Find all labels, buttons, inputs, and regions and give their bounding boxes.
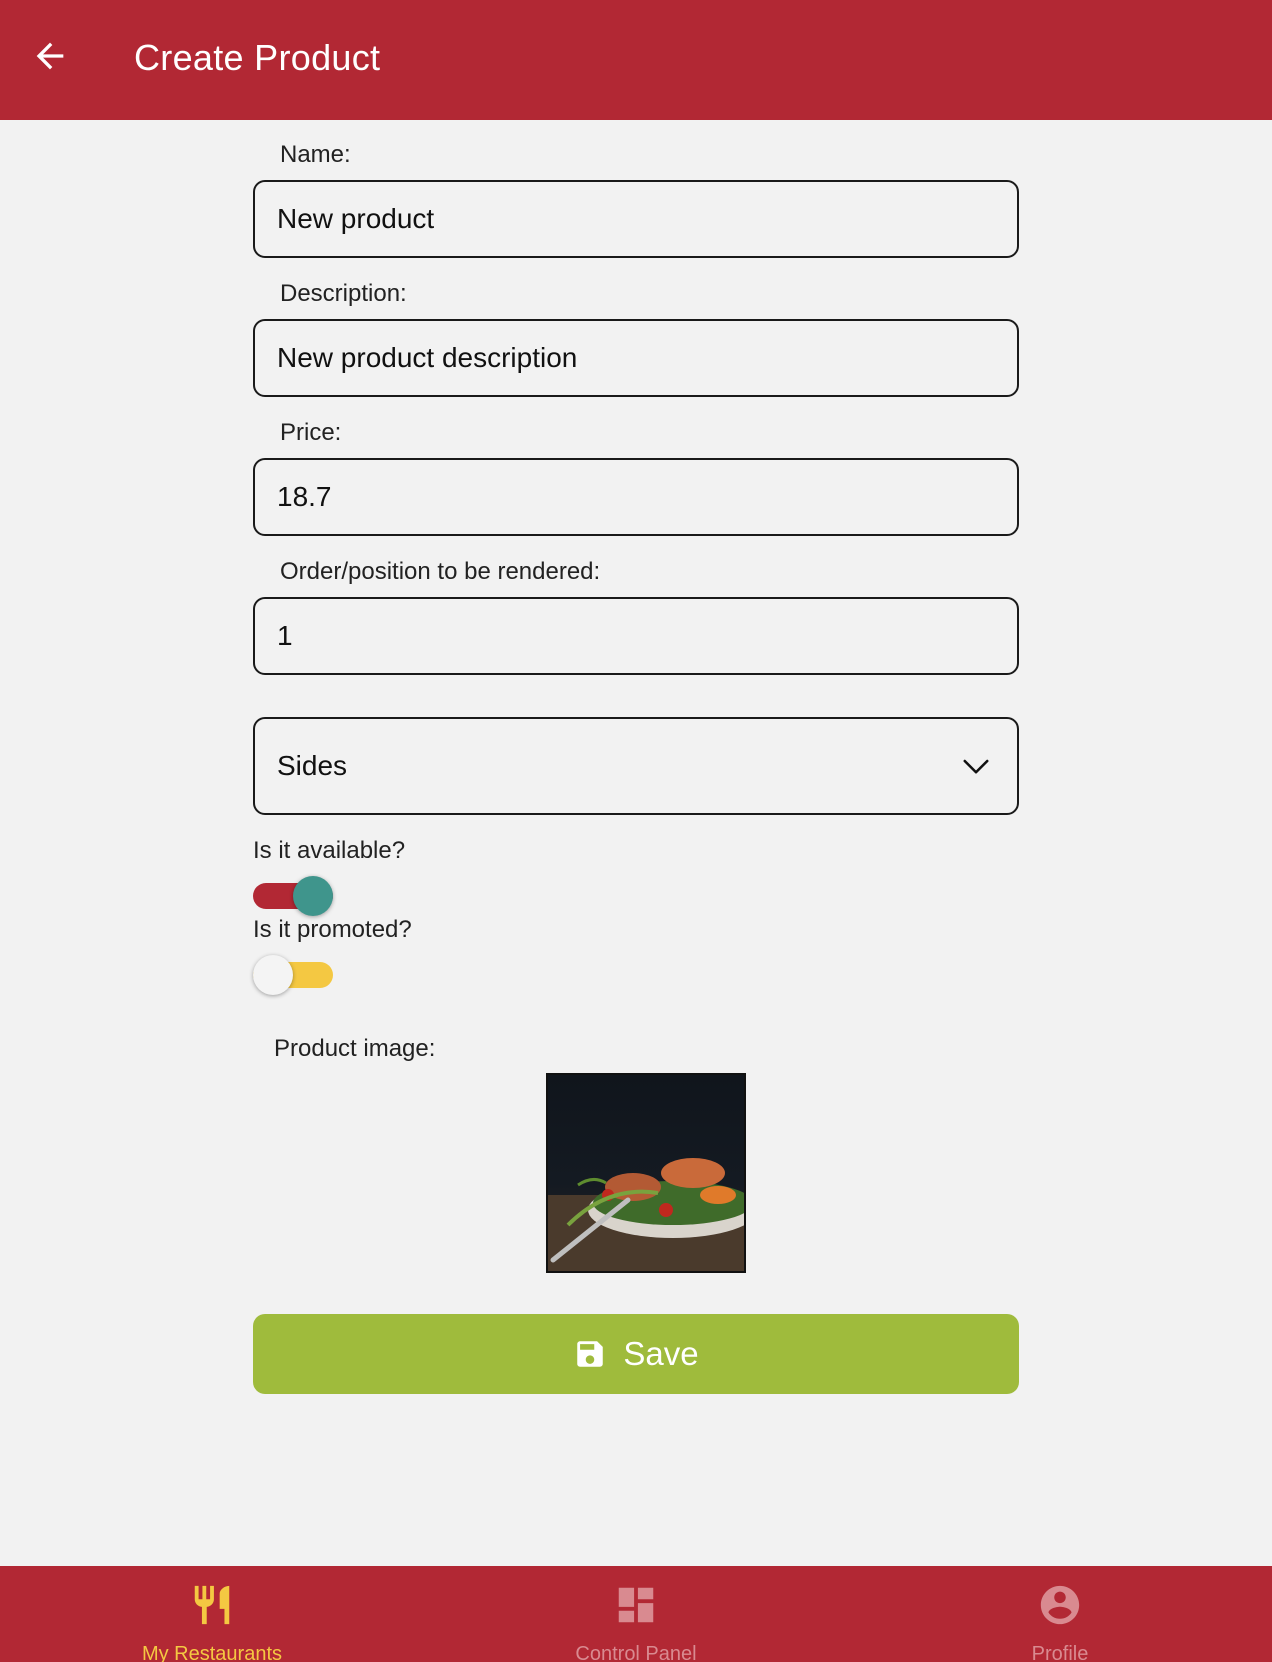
description-value: New product description xyxy=(277,342,578,373)
description-label: Description: xyxy=(280,280,407,307)
app-header: Create Product xyxy=(0,0,1272,120)
name-value: New product xyxy=(277,203,435,234)
available-label: Is it available? xyxy=(253,837,406,864)
bottom-tab-bar: My Restaurants Control Panel Profile xyxy=(0,1566,1272,1662)
account-circle-icon xyxy=(1040,1585,1080,1625)
save-label: Save xyxy=(623,1335,699,1372)
description-input[interactable]: New product description xyxy=(253,319,1019,397)
tab-my-restaurants[interactable]: My Restaurants xyxy=(0,1566,424,1662)
tab-label: My Restaurants xyxy=(141,1643,283,1662)
order-value: 1 xyxy=(277,620,293,651)
order-input[interactable]: 1 xyxy=(253,597,1019,675)
tab-control-panel[interactable]: Control Panel xyxy=(424,1566,848,1662)
product-image[interactable] xyxy=(546,1073,746,1273)
save-icon xyxy=(577,1341,604,1367)
back-button[interactable] xyxy=(26,30,74,82)
promoted-label: Is it promoted? xyxy=(253,916,412,943)
name-input[interactable]: New product xyxy=(253,180,1019,258)
available-switch[interactable] xyxy=(253,874,333,918)
page-title: Create Product xyxy=(134,37,381,78)
salad-photo xyxy=(548,1075,744,1271)
price-input[interactable]: 18.7 xyxy=(253,458,1019,536)
name-label: Name: xyxy=(280,141,351,168)
order-label: Order/position to be rendered: xyxy=(280,558,601,585)
category-select[interactable]: Sides xyxy=(253,717,1019,815)
promoted-switch[interactable] xyxy=(253,953,333,997)
switch-knob xyxy=(293,876,333,916)
save-button[interactable]: Save xyxy=(253,1314,1019,1394)
category-selected-value: Sides xyxy=(277,750,348,781)
fork-knife-icon xyxy=(194,1585,230,1625)
chevron-down-icon xyxy=(963,759,989,774)
price-label: Price: xyxy=(280,419,342,446)
arrow-left-icon xyxy=(36,42,64,70)
product-image-label: Product image: xyxy=(274,1035,436,1062)
tab-label: Control Panel xyxy=(575,1643,697,1662)
tab-label: Profile xyxy=(1031,1643,1089,1662)
price-value: 18.7 xyxy=(277,481,332,512)
dashboard-icon xyxy=(618,1587,654,1623)
switch-knob xyxy=(253,955,293,995)
tab-profile[interactable]: Profile xyxy=(848,1566,1272,1662)
